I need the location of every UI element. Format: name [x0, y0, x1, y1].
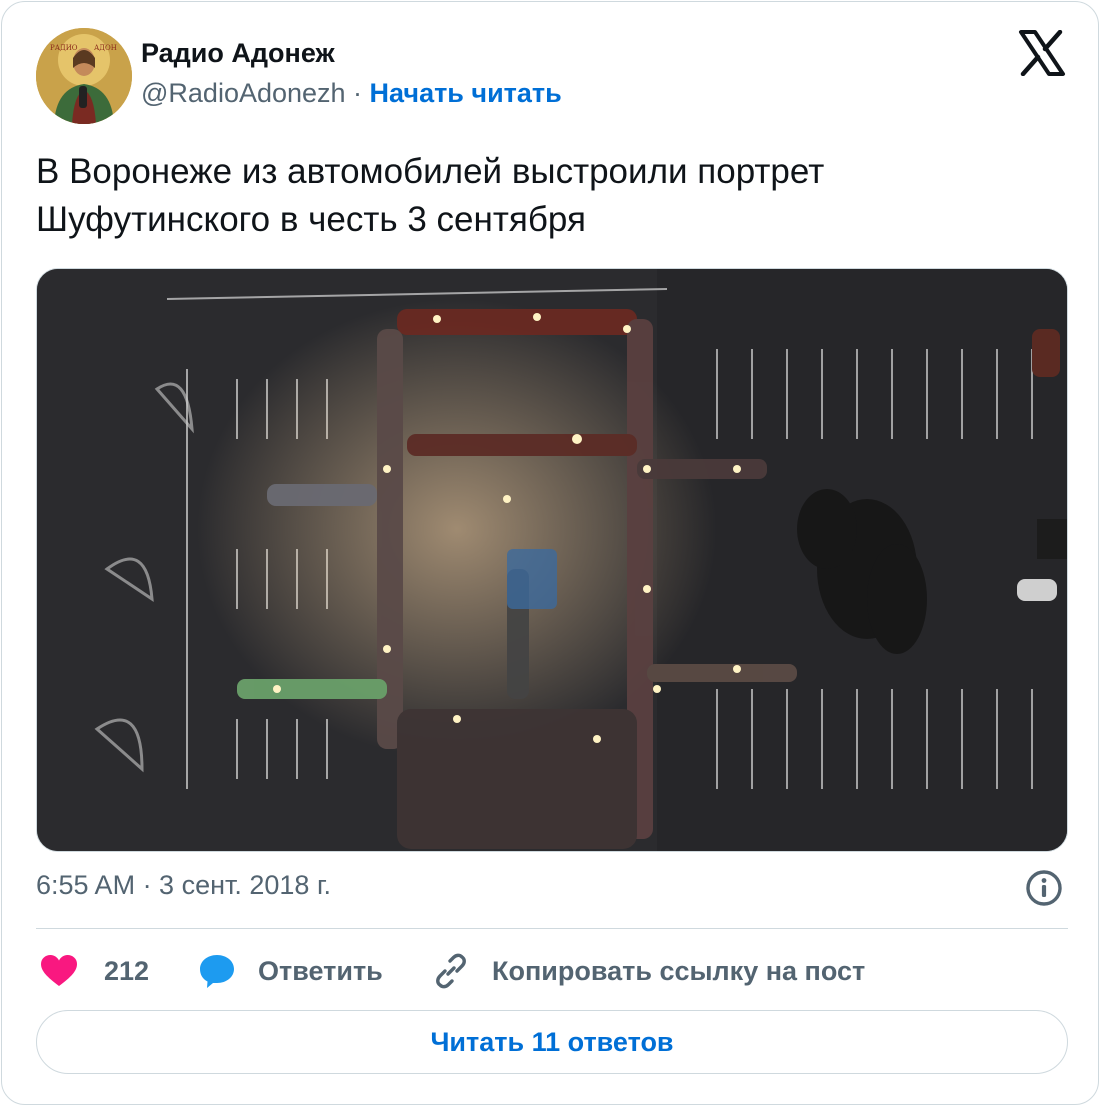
- info-icon[interactable]: [1024, 868, 1064, 908]
- tweet-card: РАДИО АДОН Радио Адонеж @RadioAdonezh · …: [1, 1, 1099, 1105]
- like-count: 212: [104, 955, 150, 986]
- link-icon: [436, 953, 466, 989]
- tweet-media-image[interactable]: [36, 268, 1068, 852]
- like-button[interactable]: 212: [40, 946, 149, 996]
- read-replies-button[interactable]: Читать 11 ответов: [36, 1010, 1068, 1074]
- tweet-text-line-1: В Воронеже из автомобилей выстроили порт…: [36, 152, 825, 191]
- author-handle-line: @RadioAdonezh · Начать читать: [141, 78, 562, 109]
- tweet-timestamp[interactable]: 6:55 AM · 3 сент. 2018 г.: [36, 870, 331, 901]
- speech-bubble-icon: [200, 955, 234, 988]
- reply-label: Ответить: [258, 955, 383, 986]
- reply-button[interactable]: Ответить: [198, 946, 383, 996]
- copy-link-label: Копировать ссылку на пост: [492, 955, 866, 986]
- x-logo-icon[interactable]: [1018, 29, 1066, 77]
- icon-avatar-icon: РАДИО АДОН: [36, 28, 132, 124]
- svg-text:РАДИО: РАДИО: [50, 44, 78, 52]
- follow-link[interactable]: Начать читать: [370, 78, 562, 108]
- author-handle[interactable]: @RadioAdonezh: [141, 78, 346, 108]
- heart-icon: [41, 955, 77, 986]
- copy-link-button[interactable]: Копировать ссылку на пост: [432, 946, 865, 996]
- parking-photo-icon: [37, 269, 1067, 851]
- tweet-text: В Воронеже из автомобилей выстроили порт…: [36, 148, 1066, 244]
- svg-text:АДОН: АДОН: [94, 44, 117, 52]
- tweet-actions: 212 Ответить Копировать ссылку на пост: [36, 946, 1068, 996]
- divider: [36, 928, 1068, 929]
- tweet-text-line-2: Шуфутинского в честь 3 сентября: [36, 200, 586, 239]
- author-name[interactable]: Радио Адонеж: [141, 38, 335, 69]
- author-avatar[interactable]: РАДИО АДОН: [36, 28, 132, 124]
- handle-separator: ·: [345, 78, 370, 108]
